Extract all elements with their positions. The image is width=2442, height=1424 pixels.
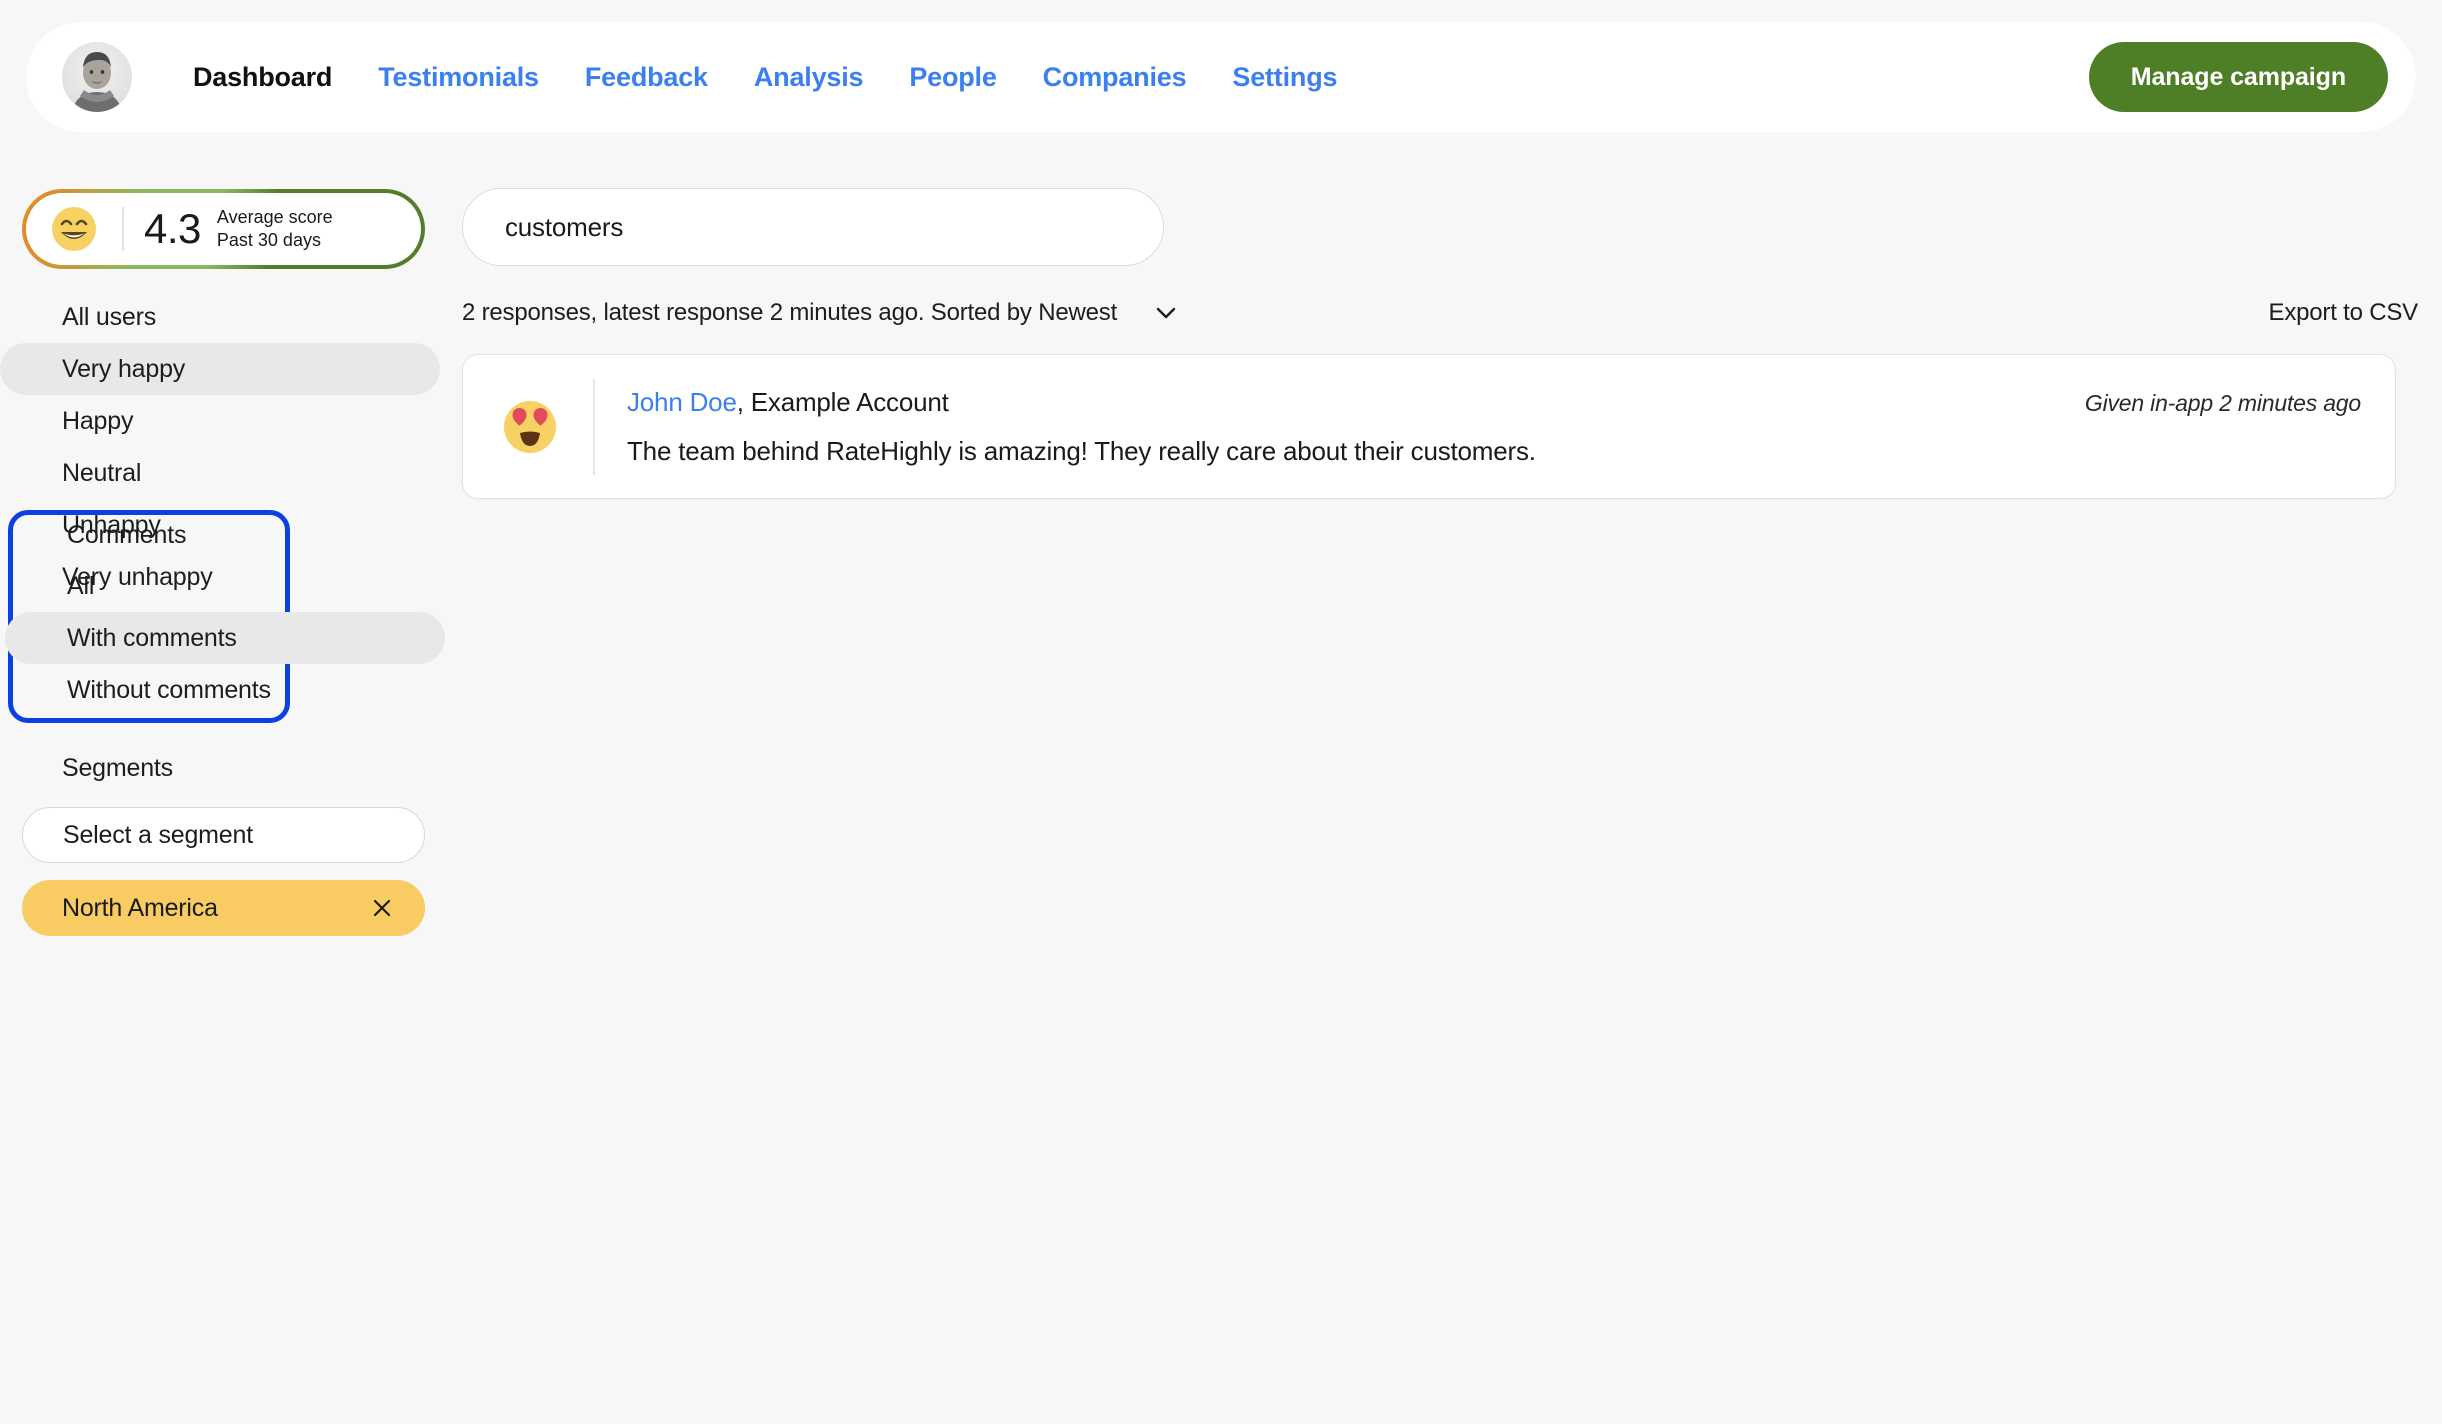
sidebar-item-with-comments[interactable]: With comments (5, 612, 445, 664)
avatar-image (62, 42, 132, 112)
comments-section-title: Comments (67, 520, 187, 549)
comments-filter-group: Comments All With comments Without comme… (5, 510, 445, 716)
response-body: John Doe , Example Account Given in-app … (627, 387, 2361, 467)
score-divider (122, 207, 124, 251)
main-nav: Dashboard Testimonials Feedback Analysis… (170, 52, 1360, 103)
export-to-csv-link[interactable]: Export to CSV (2269, 293, 2419, 333)
sidebar-item-neutral[interactable]: Neutral (0, 447, 440, 499)
sidebar-item-very-happy[interactable]: Very happy (0, 343, 440, 395)
segment-chip-north-america[interactable]: North America (22, 880, 425, 936)
average-score-title: Average score (216, 207, 333, 227)
results-summary-text: 2 responses, latest response 2 minutes a… (462, 299, 1118, 326)
search-input[interactable] (462, 188, 1164, 266)
average-score-card: 4.3 Average score Past 30 days (22, 189, 425, 269)
close-icon[interactable] (367, 893, 397, 923)
sidebar: 4.3 Average score Past 30 days All users… (0, 178, 450, 1424)
nav-item-analysis[interactable]: Analysis (731, 52, 886, 103)
main-content: 2 responses, latest response 2 minutes a… (462, 178, 2442, 1424)
segments-section: Segments Select a segment North America (0, 743, 440, 936)
results-summary-bar: 2 responses, latest response 2 minutes a… (462, 293, 2416, 333)
sidebar-item-comments-all[interactable]: All (5, 560, 445, 612)
average-score-value: 4.3 (144, 205, 201, 252)
sidebar-item-without-comments[interactable]: Without comments (5, 664, 445, 716)
response-header: John Doe , Example Account Given in-app … (627, 387, 2361, 418)
chevron-down-icon[interactable] (1149, 296, 1183, 330)
response-divider (593, 378, 595, 475)
nav-item-dashboard[interactable]: Dashboard (170, 52, 355, 103)
sidebar-item-happy[interactable]: Happy (0, 395, 440, 447)
response-account: , Example Account (736, 386, 949, 417)
avatar[interactable] (62, 42, 132, 112)
response-comment-text: The team behind RateHighly is amazing! T… (627, 435, 1536, 466)
segment-chip-label: North America (62, 893, 218, 922)
average-score-period: Past 30 days (216, 230, 321, 250)
manage-campaign-button[interactable]: Manage campaign (2088, 42, 2388, 112)
comments-filter-highlight: Comments All With comments Without comme… (5, 510, 445, 723)
response-card: John Doe , Example Account Given in-app … (462, 354, 2396, 499)
nav-item-companies[interactable]: Companies (1020, 52, 1210, 103)
response-author-link[interactable]: John Doe (627, 387, 737, 418)
grinning-face-with-smiling-eyes-icon (50, 205, 98, 253)
nav-item-people[interactable]: People (886, 52, 1019, 103)
segment-select[interactable]: Select a segment (22, 807, 425, 863)
segments-section-title: Segments (62, 753, 173, 782)
nav-item-feedback[interactable]: Feedback (562, 52, 731, 103)
average-score-meta: Average score Past 30 days (217, 206, 333, 252)
response-timestamp: Given in-app 2 minutes ago (2084, 389, 2361, 416)
top-navigation-bar: Dashboard Testimonials Feedback Analysis… (26, 22, 2416, 132)
smiling-face-with-heart-eyes-icon (497, 398, 563, 456)
sidebar-item-all-users[interactable]: All users (0, 291, 440, 343)
nav-item-settings[interactable]: Settings (1209, 52, 1360, 103)
nav-item-testimonials[interactable]: Testimonials (355, 52, 562, 103)
